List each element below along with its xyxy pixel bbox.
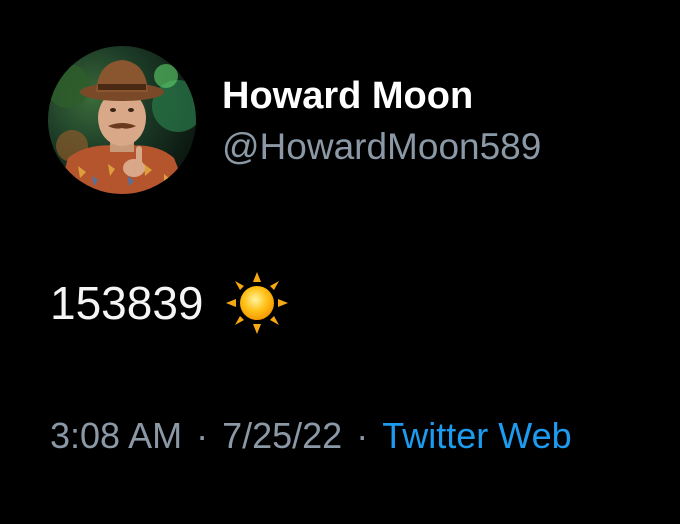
tweet: Howard Moon @HowardMoon589 153839 3:08 A…	[0, 0, 680, 524]
meta-separator: ·	[356, 415, 369, 456]
avatar[interactable]	[48, 46, 196, 194]
tweet-body: 153839	[50, 270, 290, 336]
tweet-text: 153839	[50, 277, 204, 329]
user-handle[interactable]: @HowardMoon589	[222, 124, 541, 170]
tweet-meta: 3:08 AM · 7/25/22 · Twitter Web	[50, 414, 572, 458]
display-name[interactable]: Howard Moon	[222, 74, 541, 118]
tweet-time[interactable]: 3:08 AM	[50, 414, 182, 458]
tweet-author: Howard Moon @HowardMoon589	[222, 74, 541, 170]
tweet-source-link[interactable]: Twitter Web	[382, 414, 571, 458]
tweet-date[interactable]: 7/25/22	[222, 414, 342, 458]
avatar-image	[48, 60, 196, 194]
meta-separator: ·	[196, 415, 209, 456]
sun-icon	[224, 270, 290, 336]
